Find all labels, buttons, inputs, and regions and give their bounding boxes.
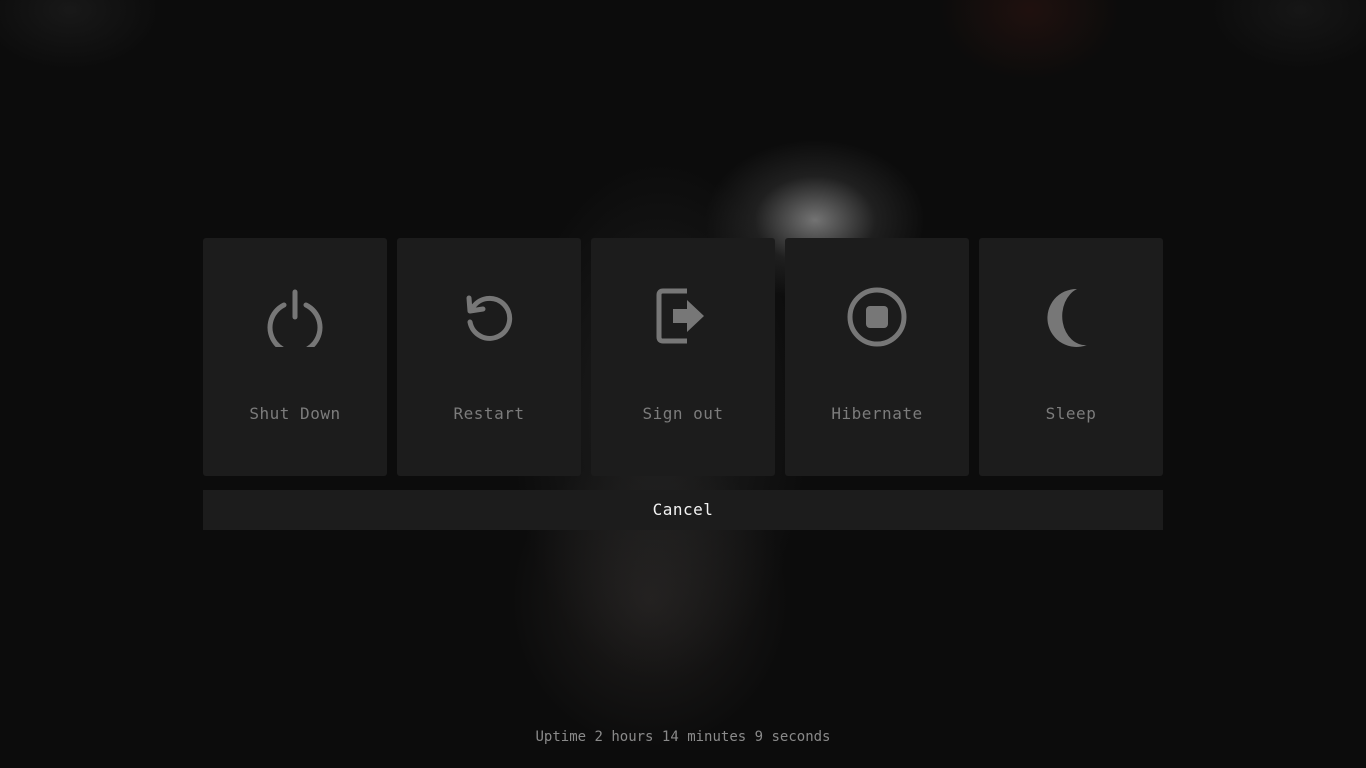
power-menu-screen: Shut Down Restart Sign out Hibernate Sle… — [0, 0, 1366, 768]
sign-out-label: Sign out — [642, 404, 724, 423]
power-icon — [265, 287, 325, 347]
uptime-text: Uptime 2 hours 14 minutes 9 seconds — [535, 729, 831, 745]
hibernate-icon — [847, 287, 907, 347]
hibernate-label: Hibernate — [831, 404, 923, 423]
shut-down-label: Shut Down — [249, 404, 341, 423]
hibernate-button[interactable]: Hibernate — [785, 238, 969, 476]
power-options: Shut Down Restart Sign out Hibernate Sle… — [203, 238, 1163, 476]
moon-icon — [1041, 287, 1101, 347]
restart-button[interactable]: Restart — [397, 238, 581, 476]
sign-out-button[interactable]: Sign out — [591, 238, 775, 476]
cancel-button[interactable]: Cancel — [203, 490, 1163, 530]
restart-label: Restart — [453, 404, 525, 423]
shut-down-button[interactable]: Shut Down — [203, 238, 387, 476]
sign-out-icon — [653, 287, 713, 347]
sleep-label: Sleep — [1045, 404, 1097, 423]
restart-icon — [459, 287, 519, 347]
sleep-button[interactable]: Sleep — [979, 238, 1163, 476]
